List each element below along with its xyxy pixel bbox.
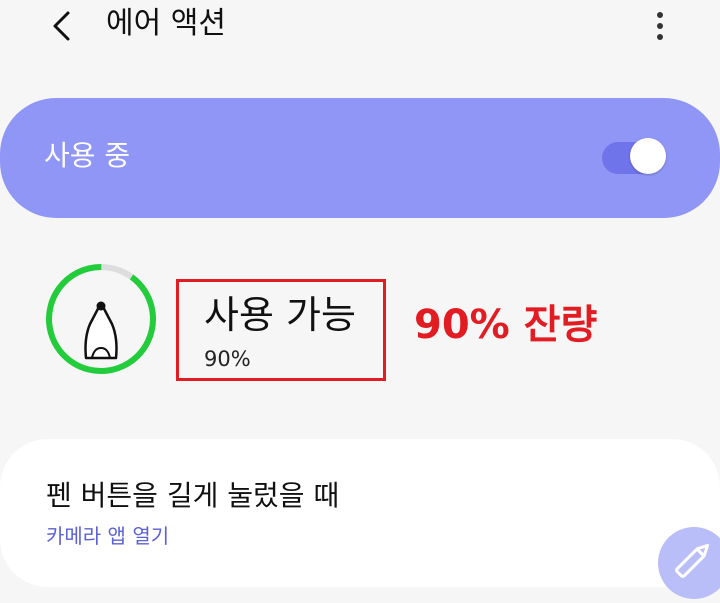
battery-percent: 90% <box>204 347 251 371</box>
pen-status-title: 사용 가능 <box>204 293 356 337</box>
arrow-back-icon <box>53 11 70 41</box>
battery-ring <box>46 264 156 374</box>
page-title: 에어 액션 <box>106 6 226 41</box>
pen-edit-icon <box>675 543 710 578</box>
s-pen-icon <box>84 301 118 360</box>
more-options-button[interactable] <box>640 4 680 48</box>
pen-button-option-subtitle: 카메라 앱 열기 <box>46 524 170 548</box>
pen-button-option-title: 펜 버튼을 길게 눌렀을 때 <box>46 479 340 512</box>
battery-annotation: 90% 잔량 <box>414 302 598 348</box>
floating-pen-button[interactable] <box>658 527 720 599</box>
master-toggle-switch[interactable] <box>602 138 670 176</box>
app-header: 에어 액션 <box>0 0 720 56</box>
master-toggle-label: 사용 중 <box>44 139 131 172</box>
more-vertical-icon <box>657 12 663 40</box>
switch-thumb <box>630 138 666 174</box>
back-button[interactable] <box>40 4 84 48</box>
